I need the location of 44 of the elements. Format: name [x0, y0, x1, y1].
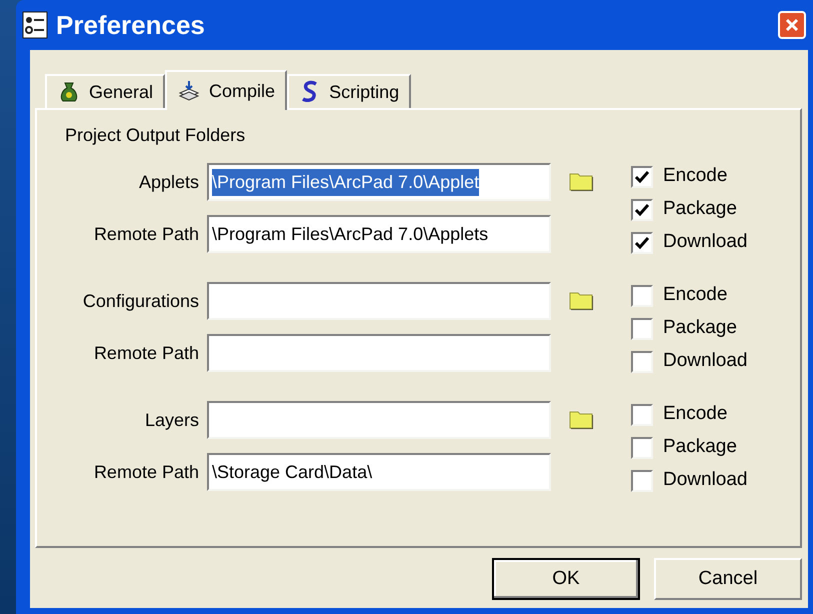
field-label: Applets — [138, 170, 200, 194]
checkbox[interactable] — [631, 350, 653, 372]
field-label: Layers — [144, 408, 200, 432]
checkbox-label: Download — [663, 468, 748, 492]
dialog-button[interactable]: Cancel — [654, 558, 802, 600]
checkbox[interactable] — [631, 198, 653, 220]
field-label: Remote Path — [92, 342, 200, 364]
checkbox-label: Download — [663, 230, 748, 254]
field-label: Remote Path — [92, 222, 200, 246]
checkbox-label: Package — [663, 316, 737, 340]
section-title: Project Output Folders — [65, 124, 246, 147]
checkbox-label: Encode — [663, 164, 728, 188]
path-field[interactable]: \Program Files\ArcPad 7.0\Applets — [207, 215, 551, 253]
field-label: Remote Path — [92, 460, 200, 484]
path-field[interactable] — [207, 401, 551, 439]
path-field[interactable]: \Storage Card\Data\ — [207, 453, 551, 491]
checkbox[interactable] — [631, 404, 653, 426]
tab[interactable]: Scripting — [287, 74, 412, 108]
checkbox[interactable] — [631, 318, 653, 340]
path-field[interactable] — [207, 334, 551, 372]
close-button[interactable] — [778, 11, 806, 39]
tab[interactable]: Compile — [165, 70, 288, 110]
check-icon — [635, 170, 649, 182]
field-label: Configurations — [82, 290, 200, 313]
checkbox-label: Package — [663, 435, 737, 460]
path-field[interactable]: \Program Files\ArcPad 7.0\Applet — [207, 163, 551, 201]
checkbox[interactable] — [631, 166, 653, 188]
check-icon — [635, 204, 649, 216]
tab[interactable]: General — [45, 74, 166, 108]
checkbox[interactable] — [631, 232, 653, 254]
checkbox-label: Encode — [663, 402, 728, 426]
dialog-button[interactable]: OK — [492, 558, 640, 600]
checkbox[interactable] — [631, 436, 653, 458]
check-icon — [635, 236, 649, 248]
form-icon — [22, 11, 48, 39]
checkbox-label: Download — [663, 349, 748, 374]
checkbox[interactable] — [631, 284, 653, 306]
checkbox[interactable] — [631, 470, 653, 492]
checkbox-label: Encode — [663, 283, 728, 308]
checkbox-label: Package — [663, 197, 737, 222]
window-title: Preferences — [56, 8, 205, 42]
stack-icon — [177, 79, 202, 103]
path-field[interactable] — [207, 282, 551, 320]
close-icon — [785, 18, 799, 32]
